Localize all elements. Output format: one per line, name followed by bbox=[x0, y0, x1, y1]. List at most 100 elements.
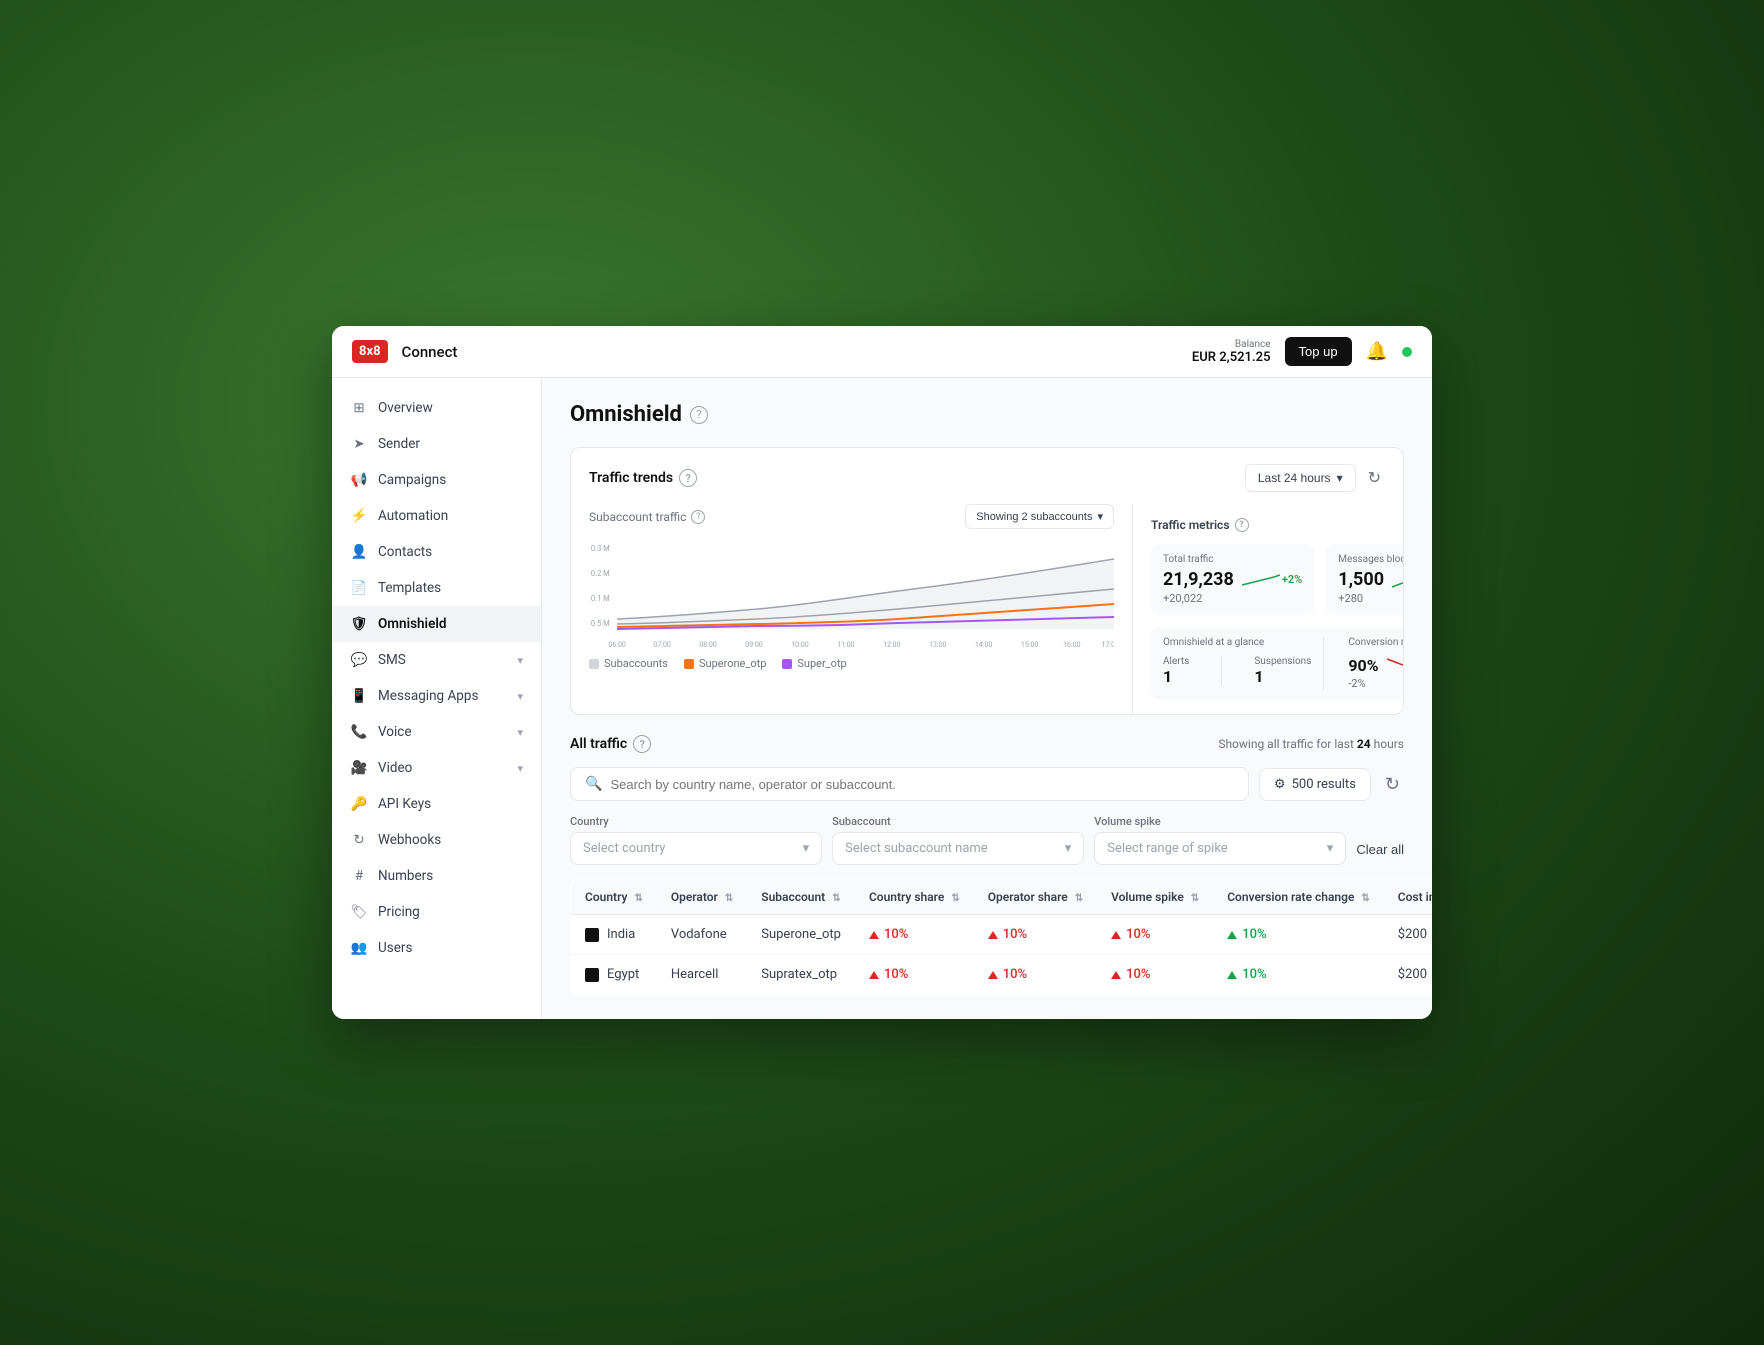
glance-suspensions-label: Suspensions bbox=[1254, 656, 1311, 667]
cell-operator-india: Vodafone bbox=[657, 915, 747, 955]
subaccount-help-icon[interactable]: ? bbox=[691, 510, 705, 524]
chevron-down-icon: ▾ bbox=[1327, 841, 1334, 856]
glance-section: Omnishield at a glance Alerts 1 bbox=[1163, 637, 1311, 690]
country-select[interactable]: Select country ▾ bbox=[570, 832, 822, 865]
phone-icon: 📞 bbox=[350, 723, 368, 741]
svg-text:0.5 M: 0.5 M bbox=[591, 619, 610, 628]
filter-pill[interactable]: ⚙ 500 results bbox=[1259, 768, 1371, 801]
subaccount-select[interactable]: Select subaccount name ▾ bbox=[832, 832, 1084, 865]
svg-text:13:00: 13:00 bbox=[929, 640, 946, 649]
users-icon: 👥 bbox=[350, 939, 368, 957]
search-input[interactable] bbox=[610, 777, 1233, 792]
sidebar-item-api-keys[interactable]: 🔑 API Keys bbox=[332, 786, 541, 822]
mini-chart-blocked bbox=[1390, 571, 1404, 589]
conversion-rate-label: Conversion rate bbox=[1348, 637, 1404, 648]
sidebar-item-omnishield[interactable]: 🛡 Omnishield bbox=[332, 606, 541, 642]
sidebar-label-voice: Voice bbox=[378, 724, 412, 740]
legend-super-otp: Super_otp bbox=[782, 657, 846, 670]
sort-icon-volume-spike[interactable]: ⇅ bbox=[1191, 893, 1199, 904]
messages-blocked-label: Messages blocked bbox=[1338, 554, 1404, 565]
table-row: Egypt Hearcell Supratex_otp 10% bbox=[571, 955, 1433, 995]
megaphone-icon: 📢 bbox=[350, 471, 368, 489]
cell-volume-spike-egypt: 10% bbox=[1097, 955, 1213, 995]
chevron-down-icon: ▾ bbox=[517, 726, 523, 739]
mini-chart-total bbox=[1240, 571, 1280, 589]
all-traffic-refresh-button[interactable]: ↻ bbox=[1381, 770, 1404, 799]
messages-blocked-change: +18% bbox=[1390, 571, 1404, 589]
chevron-down-icon: ▾ bbox=[517, 654, 523, 667]
sidebar-label-users: Users bbox=[378, 940, 412, 956]
cell-conversion-india: 10% bbox=[1213, 915, 1384, 955]
spike-placeholder: Select range of spike bbox=[1107, 841, 1227, 856]
traffic-trends-card: Traffic trends ? Last 24 hours ▾ ↻ bbox=[570, 447, 1404, 715]
total-traffic-sub: +20,022 bbox=[1163, 592, 1302, 605]
sort-icon-operator[interactable]: ⇅ bbox=[725, 893, 733, 904]
time-filter-button[interactable]: Last 24 hours ▾ bbox=[1245, 464, 1356, 492]
metrics-help-icon[interactable]: ? bbox=[1235, 518, 1249, 532]
sidebar-label-sms: SMS bbox=[378, 652, 406, 668]
messages-blocked-value: 1,500 +18% bbox=[1338, 569, 1404, 590]
refresh-button[interactable]: ↻ bbox=[1364, 464, 1385, 492]
notification-icon[interactable]: 🔔 bbox=[1366, 341, 1388, 362]
sidebar-item-users[interactable]: 👥 Users bbox=[332, 930, 541, 966]
sidebar-item-overview[interactable]: ⊞ Overview bbox=[332, 390, 541, 426]
col-operator-share: Operator share ⇅ bbox=[974, 880, 1097, 915]
all-traffic-help-icon[interactable]: ? bbox=[633, 735, 651, 753]
sort-icon-subaccount[interactable]: ⇅ bbox=[832, 893, 840, 904]
subaccounts-button[interactable]: Showing 2 subaccounts ▾ bbox=[965, 504, 1114, 529]
sidebar-item-templates[interactable]: 📄 Templates bbox=[332, 570, 541, 606]
clear-all-button[interactable]: Clear all bbox=[1356, 834, 1404, 865]
sidebar-item-numbers[interactable]: # Numbers bbox=[332, 858, 541, 894]
sidebar-item-video[interactable]: 🎥 Video ▾ bbox=[332, 750, 541, 786]
legend-label-subaccounts: Subaccounts bbox=[604, 657, 668, 670]
traffic-chart: 0.3 M 0.2 M 0.1 M 0.5 M bbox=[589, 539, 1114, 649]
sort-icon-country-share[interactable]: ⇅ bbox=[951, 893, 959, 904]
traffic-trends-help-icon[interactable]: ? bbox=[679, 469, 697, 487]
spike-filter-label: Volume spike bbox=[1094, 815, 1346, 828]
sidebar-label-templates: Templates bbox=[378, 580, 441, 596]
sidebar-label-webhooks: Webhooks bbox=[378, 832, 441, 848]
app-logo: 8x8 bbox=[352, 340, 388, 363]
svg-text:06:00: 06:00 bbox=[608, 640, 625, 649]
spike-select[interactable]: Select range of spike ▾ bbox=[1094, 832, 1346, 865]
sidebar-item-pricing[interactable]: 🏷 Pricing bbox=[332, 894, 541, 930]
sidebar-item-automation[interactable]: ⚡ Automation bbox=[332, 498, 541, 534]
sidebar-item-sms[interactable]: 💬 SMS ▾ bbox=[332, 642, 541, 678]
total-traffic-change: +2% bbox=[1240, 571, 1302, 589]
chart-container: 0.3 M 0.2 M 0.1 M 0.5 M bbox=[589, 539, 1114, 649]
glance-divider bbox=[1221, 656, 1222, 686]
sidebar-item-webhooks[interactable]: ↻ Webhooks bbox=[332, 822, 541, 858]
total-traffic-value: 21,9,238 +2% bbox=[1163, 569, 1302, 590]
svg-text:0.1 M: 0.1 M bbox=[591, 594, 610, 603]
svg-text:15:00: 15:00 bbox=[1021, 640, 1038, 649]
document-icon: 📄 bbox=[350, 579, 368, 597]
arrow-up-icon bbox=[869, 931, 879, 939]
table-row: India Vodafone Superone_otp 10% bbox=[571, 915, 1433, 955]
sidebar-label-overview: Overview bbox=[378, 400, 433, 416]
help-icon[interactable]: ? bbox=[690, 406, 708, 424]
sort-icon-conversion-rate[interactable]: ⇅ bbox=[1361, 893, 1369, 904]
sidebar-label-messaging: Messaging Apps bbox=[378, 688, 478, 704]
sort-icon-operator-share[interactable]: ⇅ bbox=[1075, 893, 1083, 904]
cell-operator-egypt: Hearcell bbox=[657, 955, 747, 995]
sidebar-item-voice[interactable]: 📞 Voice ▾ bbox=[332, 714, 541, 750]
sort-icon-country[interactable]: ⇅ bbox=[634, 893, 642, 904]
arrow-up-icon bbox=[988, 931, 998, 939]
sidebar-label-pricing: Pricing bbox=[378, 904, 420, 920]
cell-country-egypt: Egypt bbox=[571, 955, 657, 995]
subaccount-traffic-label: Subaccount traffic ? bbox=[589, 510, 705, 524]
country-filter-group: Country Select country ▾ bbox=[570, 815, 822, 865]
person-icon: 👤 bbox=[350, 543, 368, 561]
main-content: Omnishield ? Traffic trends ? Last 24 ho… bbox=[542, 378, 1432, 1019]
traffic-inner: Subaccount traffic ? Showing 2 subaccoun… bbox=[571, 504, 1403, 714]
col-operator: Operator ⇅ bbox=[657, 880, 747, 915]
top-up-button[interactable]: Top up bbox=[1285, 337, 1352, 366]
search-box: 🔍 bbox=[570, 767, 1249, 801]
sidebar-item-sender[interactable]: ➤ Sender bbox=[332, 426, 541, 462]
svg-text:16:00: 16:00 bbox=[1063, 640, 1080, 649]
sidebar-item-contacts[interactable]: 👤 Contacts bbox=[332, 534, 541, 570]
dropdowns-row: Country Select country ▾ Subaccount Sele… bbox=[570, 815, 1404, 865]
col-country: Country ⇅ bbox=[571, 880, 657, 915]
sidebar-item-messaging-apps[interactable]: 📱 Messaging Apps ▾ bbox=[332, 678, 541, 714]
sidebar-item-campaigns[interactable]: 📢 Campaigns bbox=[332, 462, 541, 498]
